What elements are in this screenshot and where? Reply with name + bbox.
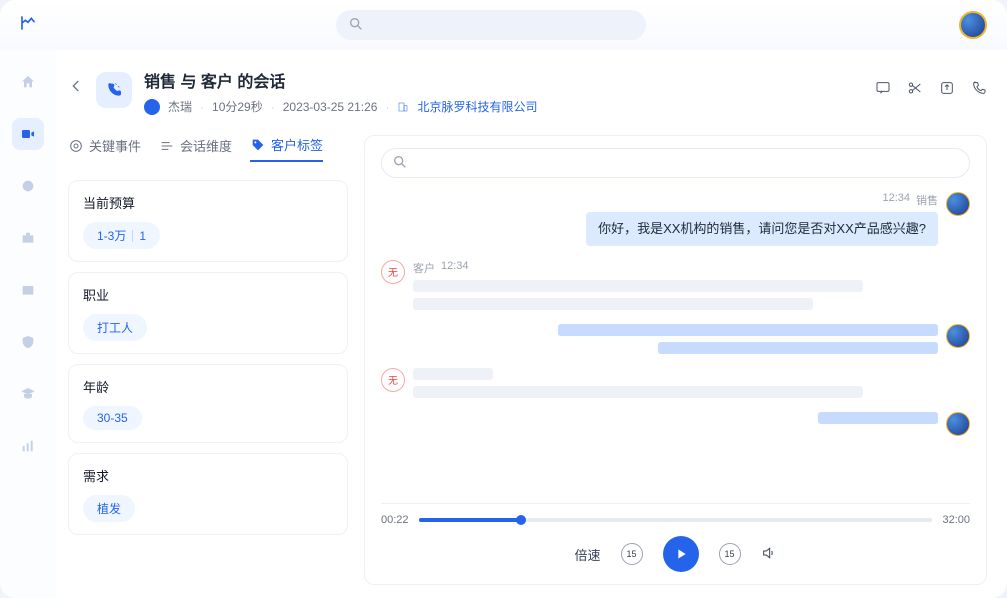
comment-icon[interactable]	[875, 80, 891, 99]
search-icon	[392, 154, 408, 173]
forward-15-button[interactable]: 15	[719, 543, 741, 565]
nav-shield[interactable]	[12, 326, 44, 358]
scissors-icon[interactable]	[907, 80, 923, 99]
skeleton-line	[818, 412, 938, 424]
skeleton-line	[413, 386, 863, 398]
message-sales[interactable]	[381, 324, 970, 354]
conversation-transcript: 12:34 销售 你好，我是XX机构的销售，请问您是否对XX产品感兴趣? 无 客…	[381, 192, 970, 503]
top-bar	[0, 0, 1007, 50]
nav-stats[interactable]	[12, 430, 44, 462]
nav-folder[interactable]	[12, 274, 44, 306]
conversation-search[interactable]	[381, 148, 970, 178]
user-avatar[interactable]	[959, 11, 987, 39]
page-title: 销售 与 客户 的会话	[144, 68, 863, 92]
skeleton-line	[558, 324, 938, 336]
owner-avatar	[144, 99, 160, 115]
sales-avatar	[946, 192, 970, 216]
tab-customer-tags[interactable]: 客户标签	[250, 135, 323, 162]
owner-name: 杰瑞	[168, 98, 192, 115]
rewind-15-button[interactable]: 15	[621, 543, 643, 565]
customer-avatar: 无	[381, 260, 405, 284]
message-sales[interactable]: 12:34 销售 你好，我是XX机构的销售，请问您是否对XX产品感兴趣?	[381, 192, 970, 246]
tag-section-budget: 当前预算 1-3万 1	[68, 180, 348, 262]
company-link[interactable]: 北京脉罗科技有限公司	[417, 98, 537, 115]
phone-icon[interactable]	[971, 80, 987, 99]
tag-chip[interactable]: 1-3万 1	[83, 222, 160, 249]
speed-button[interactable]: 倍速	[574, 545, 600, 564]
left-nav	[0, 50, 56, 598]
current-time: 00:22	[381, 514, 409, 526]
tab-key-events[interactable]: 关键事件	[68, 135, 141, 162]
company-icon	[397, 100, 409, 114]
back-button[interactable]	[68, 68, 84, 99]
volume-button[interactable]	[761, 545, 777, 564]
share-icon[interactable]	[939, 80, 955, 99]
sales-avatar	[946, 412, 970, 436]
message-customer[interactable]: 无	[381, 368, 970, 398]
call-icon	[96, 72, 132, 108]
duration: 10分29秒	[212, 98, 263, 115]
tag-section-occupation: 职业 打工人	[68, 272, 348, 354]
app-logo[interactable]	[20, 14, 36, 37]
nav-briefcase[interactable]	[12, 222, 44, 254]
skeleton-line	[658, 342, 938, 354]
play-button[interactable]	[663, 536, 699, 572]
tag-chip[interactable]: 植发	[83, 495, 135, 522]
nav-home[interactable]	[12, 66, 44, 98]
nav-video[interactable]	[12, 118, 44, 150]
nav-education[interactable]	[12, 378, 44, 410]
audio-player: 00:22 32:00 倍速 15	[381, 503, 970, 572]
panel-tabs: 关键事件 会话维度 客户标签	[68, 135, 348, 170]
tag-section-age: 年龄 30-35	[68, 364, 348, 443]
skeleton-line	[413, 280, 863, 292]
total-time: 32:00	[942, 514, 970, 526]
tag-section-need: 需求 植发	[68, 453, 348, 535]
message-bubble: 你好，我是XX机构的销售，请问您是否对XX产品感兴趣?	[586, 212, 938, 246]
customer-avatar: 无	[381, 368, 405, 392]
nav-circle[interactable]	[12, 170, 44, 202]
tab-dimensions[interactable]: 会话维度	[159, 135, 232, 162]
progress-bar[interactable]	[419, 518, 933, 522]
tag-chip[interactable]: 打工人	[83, 314, 147, 341]
message-sales[interactable]	[381, 412, 970, 436]
sales-avatar	[946, 324, 970, 348]
datetime: 2023-03-25 21:26	[283, 100, 378, 114]
global-search[interactable]	[336, 10, 646, 40]
skeleton-line	[413, 298, 813, 310]
search-icon	[348, 16, 364, 35]
tag-chip[interactable]: 30-35	[83, 406, 142, 430]
message-customer[interactable]: 无 客户 12:34	[381, 260, 970, 310]
skeleton-line	[413, 368, 493, 380]
